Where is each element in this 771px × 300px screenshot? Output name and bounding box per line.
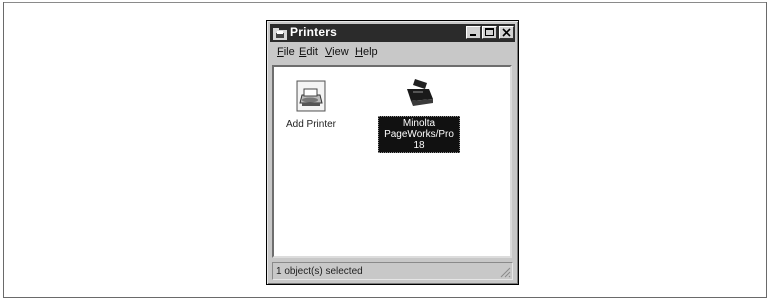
menu-file[interactable]: File (277, 46, 295, 58)
menu-help[interactable]: Help (355, 46, 378, 58)
minimize-button[interactable] (466, 26, 481, 39)
window-title: Printers (290, 25, 337, 39)
printer-icon (407, 79, 433, 106)
status-text: 1 object(s) selected (276, 266, 363, 277)
printer-item-minolta[interactable]: Minolta PageWorks/Pro 18 (378, 75, 460, 153)
title-bar[interactable]: Printers (270, 24, 515, 42)
add-printer-icon (296, 80, 326, 112)
maximize-button[interactable] (482, 26, 497, 39)
minimize-icon (470, 34, 476, 36)
resize-grip-icon[interactable] (499, 266, 511, 278)
folder-view[interactable]: Add Printer Minolta PageWorks/Pro 18 (272, 65, 512, 258)
printer-label-minolta: Minolta PageWorks/Pro 18 (378, 116, 460, 153)
add-printer-item[interactable]: Add Printer (281, 79, 341, 131)
menu-bar: File Edit View Help (271, 44, 514, 62)
add-printer-label: Add Printer (285, 119, 337, 130)
close-icon (502, 28, 511, 37)
printers-folder-icon[interactable] (273, 27, 287, 40)
close-button[interactable] (499, 26, 514, 39)
status-bar: 1 object(s) selected (272, 262, 513, 280)
printers-window[interactable]: Printers File Edit View Help Add Printer (266, 20, 519, 285)
menu-view[interactable]: View (325, 46, 349, 58)
menu-edit[interactable]: Edit (299, 46, 318, 58)
